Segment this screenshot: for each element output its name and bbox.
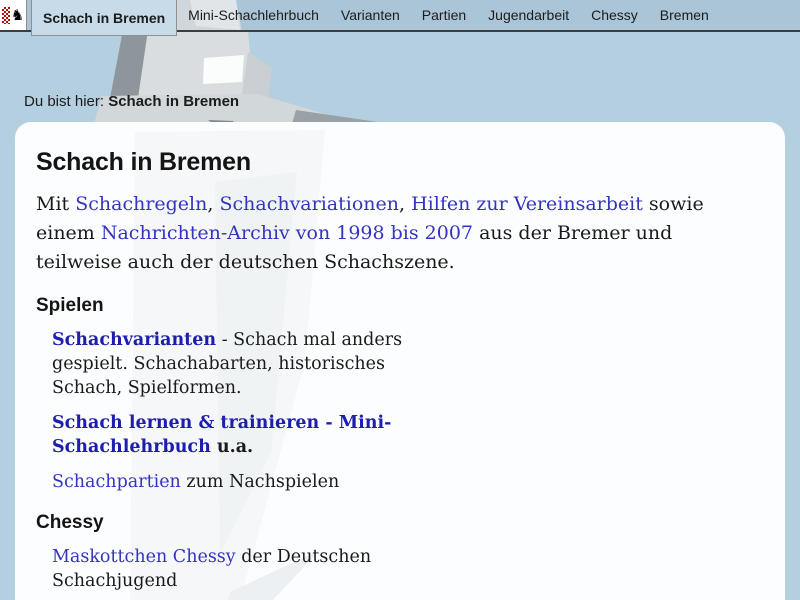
content-card: Schach in Bremen Mit Schachregeln, Schac… <box>15 122 785 600</box>
intro-link-schachregeln[interactable]: Schachregeln <box>75 193 207 215</box>
item-description: u.a. <box>211 437 253 457</box>
intro-text: , <box>207 193 219 215</box>
bremen-flag-icon <box>2 7 10 24</box>
tab-chessy[interactable]: Chessy <box>580 0 649 30</box>
tab-bar: Schach in BremenMini-SchachlehrbuchVaria… <box>27 0 720 36</box>
tab-partien[interactable]: Partien <box>411 0 477 30</box>
breadcrumb: Du bist hier: Schach in Bremen <box>24 93 239 110</box>
breadcrumb-current-page: Schach in Bremen <box>108 93 239 110</box>
intro-link-nachrichten-archiv-von-1998-bis-2007[interactable]: Nachrichten-Archiv von 1998 bis 2007 <box>101 222 473 244</box>
list-item: Schachvarianten - Schach mal anders gesp… <box>52 328 424 400</box>
page-title: Schach in Bremen <box>36 148 764 177</box>
intro-text: , <box>399 193 411 215</box>
content-sections: Spielen Schachvarianten - Schach mal ande… <box>36 295 764 593</box>
tab-schach-in-bremen[interactable]: Schach in Bremen <box>31 0 177 36</box>
knight-icon: ♞ <box>11 8 24 23</box>
tab-mini-schachlehrbuch[interactable]: Mini-Schachlehrbuch <box>177 0 330 30</box>
section-heading-spielen: Spielen <box>36 295 764 317</box>
section-items-chessy: Maskottchen Chessy der Deutschen Schachj… <box>52 545 764 593</box>
tab-jugendarbeit[interactable]: Jugendarbeit <box>477 0 580 30</box>
top-navigation: ♞ Schach in BremenMini-SchachlehrbuchVar… <box>0 0 800 32</box>
item-description: zum Nachspielen <box>181 472 339 492</box>
item-link-schachvarianten[interactable]: Schachvarianten <box>52 330 216 350</box>
list-item: Schachpartien zum Nachspielen <box>52 470 424 494</box>
intro-link-hilfen-zur-vereinsarbeit[interactable]: Hilfen zur Vereinsarbeit <box>411 193 643 215</box>
intro-link-schachvariationen[interactable]: Schachvariationen <box>219 193 399 215</box>
intro-text: Mit <box>36 193 75 215</box>
item-link-schachpartien[interactable]: Schachpartien <box>52 472 181 492</box>
item-link-maskottchen-chessy[interactable]: Maskottchen Chessy <box>52 547 236 567</box>
section-items-spielen: Schachvarianten - Schach mal anders gesp… <box>52 328 764 494</box>
list-item: Maskottchen Chessy der Deutschen Schachj… <box>52 545 424 593</box>
tab-bremen[interactable]: Bremen <box>649 0 720 30</box>
tab-varianten[interactable]: Varianten <box>330 0 411 30</box>
list-item: Schach lernen & trainieren - Mini-Schach… <box>52 411 424 459</box>
intro-paragraph: Mit Schachregeln, Schachvariationen, Hil… <box>36 190 744 277</box>
breadcrumb-prefix: Du bist hier: <box>24 93 108 110</box>
site-logo[interactable]: ♞ <box>0 0 27 30</box>
section-heading-chessy: Chessy <box>36 512 764 534</box>
